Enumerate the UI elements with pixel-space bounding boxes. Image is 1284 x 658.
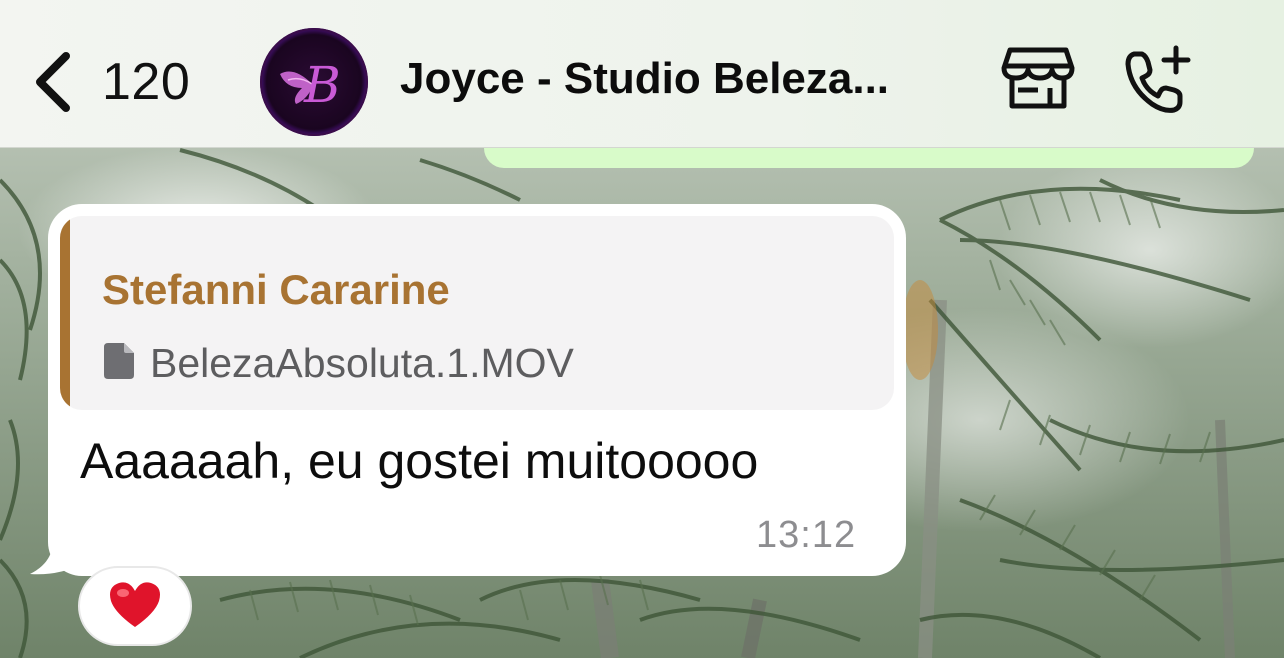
outgoing-message-bubble[interactable] (484, 148, 1254, 168)
chevron-left-icon (30, 50, 74, 114)
chat-header: 120 B Joyce - Studio Beleza... (0, 0, 1284, 148)
document-icon (102, 341, 138, 386)
store-icon (1000, 47, 1076, 116)
avatar[interactable]: B (260, 28, 368, 136)
call-button[interactable] (1120, 44, 1196, 121)
reaction-badge[interactable] (78, 566, 192, 646)
quote-author: Stefanni Cararine (102, 266, 450, 313)
message-text: Aaaaaah, eu gostei muitooooo (80, 433, 759, 489)
contact-name[interactable]: Joyce - Studio Beleza... (400, 54, 970, 104)
business-profile-button[interactable] (1000, 44, 1076, 117)
quoted-message[interactable]: Stefanni Cararine BelezaAbsoluta.1.MOV (60, 216, 894, 410)
message-timestamp: 13:12 (756, 514, 857, 556)
avatar-logo-icon: B (280, 56, 341, 114)
heart-icon (107, 579, 163, 634)
quoted-file-name: BelezaAbsoluta.1.MOV (150, 340, 574, 386)
svg-text:B: B (303, 56, 341, 114)
back-button[interactable]: 120 (30, 42, 190, 122)
unread-count: 120 (102, 53, 191, 111)
quote-accent-bar (60, 216, 70, 410)
add-call-icon (1120, 45, 1196, 120)
quoted-file: BelezaAbsoluta.1.MOV (102, 340, 574, 387)
